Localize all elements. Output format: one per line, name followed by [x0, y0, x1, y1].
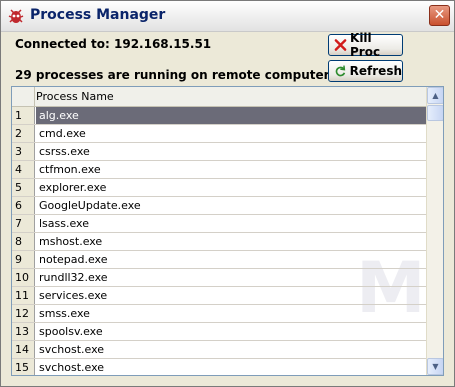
process-table[interactable]: Process Name M 1 alg.exe 2 cmd.exe 3 csrss.ex…: [11, 86, 444, 376]
bug-icon: [8, 9, 24, 23]
process-name-cell[interactable]: cmd.exe: [39, 125, 86, 142]
row-number: 15: [12, 359, 35, 375]
title-bar[interactable]: Process Manager ✕: [1, 1, 454, 32]
table-row[interactable]: 13 spoolsv.exe: [12, 323, 426, 341]
scroll-up-button[interactable]: ▲: [427, 87, 443, 104]
row-number-header: [12, 87, 35, 106]
process-name-cell[interactable]: lsass.exe: [39, 215, 89, 232]
row-number: 6: [12, 197, 35, 214]
row-number: 4: [12, 161, 35, 178]
table-row[interactable]: 12 smss.exe: [12, 305, 426, 323]
row-number: 11: [12, 287, 35, 304]
process-name-cell[interactable]: rundll32.exe: [39, 269, 108, 286]
row-number: 1: [12, 107, 35, 124]
refresh-button[interactable]: Refresh: [328, 60, 403, 82]
table-row[interactable]: 1 alg.exe: [12, 107, 426, 125]
table-body: 1 alg.exe 2 cmd.exe 3 csrss.exe 4 ctfmon.exe 5 ex…: [12, 107, 426, 375]
row-number: 8: [12, 233, 35, 250]
refresh-label: Refresh: [349, 64, 402, 78]
connection-status: Connected to: 192.168.15.51: [15, 37, 212, 51]
process-name-cell[interactable]: GoogleUpdate.exe: [39, 197, 141, 214]
process-count-label: 29 processes are running on remote compu…: [15, 68, 330, 82]
process-name-cell[interactable]: alg.exe: [39, 107, 79, 124]
vertical-scrollbar[interactable]: ▲ ▼: [426, 87, 443, 375]
process-name-cell[interactable]: csrss.exe: [39, 143, 90, 160]
process-name-cell[interactable]: smss.exe: [39, 305, 90, 322]
process-name-cell[interactable]: svchost.exe: [39, 359, 104, 375]
close-button[interactable]: ✕: [429, 5, 450, 26]
table-row[interactable]: 11 services.exe: [12, 287, 426, 305]
window-title: Process Manager: [30, 7, 166, 23]
row-number: 12: [12, 305, 35, 322]
table-row[interactable]: 10 rundll32.exe: [12, 269, 426, 287]
red-x-icon: [334, 39, 347, 51]
row-number: 3: [12, 143, 35, 160]
process-name-cell[interactable]: services.exe: [39, 287, 107, 304]
process-name-cell[interactable]: notepad.exe: [39, 251, 108, 268]
selection-highlight: [36, 107, 426, 124]
process-name-cell[interactable]: mshost.exe: [39, 233, 102, 250]
process-name-header[interactable]: Process Name: [36, 90, 114, 103]
row-number: 14: [12, 341, 35, 358]
table-row[interactable]: 2 cmd.exe: [12, 125, 426, 143]
table-row[interactable]: 4 ctfmon.exe: [12, 161, 426, 179]
process-name-cell[interactable]: spoolsv.exe: [39, 323, 103, 340]
process-name-cell[interactable]: explorer.exe: [39, 179, 106, 196]
refresh-icon: [335, 65, 346, 77]
process-manager-window: Process Manager ✕ Connected to: 192.168.…: [0, 0, 455, 387]
kill-process-button[interactable]: Kill Proc: [328, 31, 403, 59]
table-row[interactable]: 6 GoogleUpdate.exe: [12, 197, 426, 215]
table-row[interactable]: 3 csrss.exe: [12, 143, 426, 161]
process-name-cell[interactable]: svchost.exe: [39, 341, 104, 358]
row-number: 10: [12, 269, 35, 286]
scroll-thumb[interactable]: [427, 105, 443, 121]
table-header: Process Name: [12, 87, 426, 107]
table-row[interactable]: 5 explorer.exe: [12, 179, 426, 197]
table-row[interactable]: 9 notepad.exe: [12, 251, 426, 269]
table-row[interactable]: 15 svchost.exe: [12, 359, 426, 375]
table-row[interactable]: 8 mshost.exe: [12, 233, 426, 251]
scroll-down-button[interactable]: ▼: [427, 358, 443, 375]
row-number: 2: [12, 125, 35, 142]
row-number: 13: [12, 323, 35, 340]
table-row[interactable]: 14 svchost.exe: [12, 341, 426, 359]
table-row[interactable]: 7 lsass.exe: [12, 215, 426, 233]
kill-process-label: Kill Proc: [350, 31, 381, 59]
row-number: 7: [12, 215, 35, 232]
process-name-cell[interactable]: ctfmon.exe: [39, 161, 101, 178]
row-number: 5: [12, 179, 35, 196]
row-number: 9: [12, 251, 35, 268]
